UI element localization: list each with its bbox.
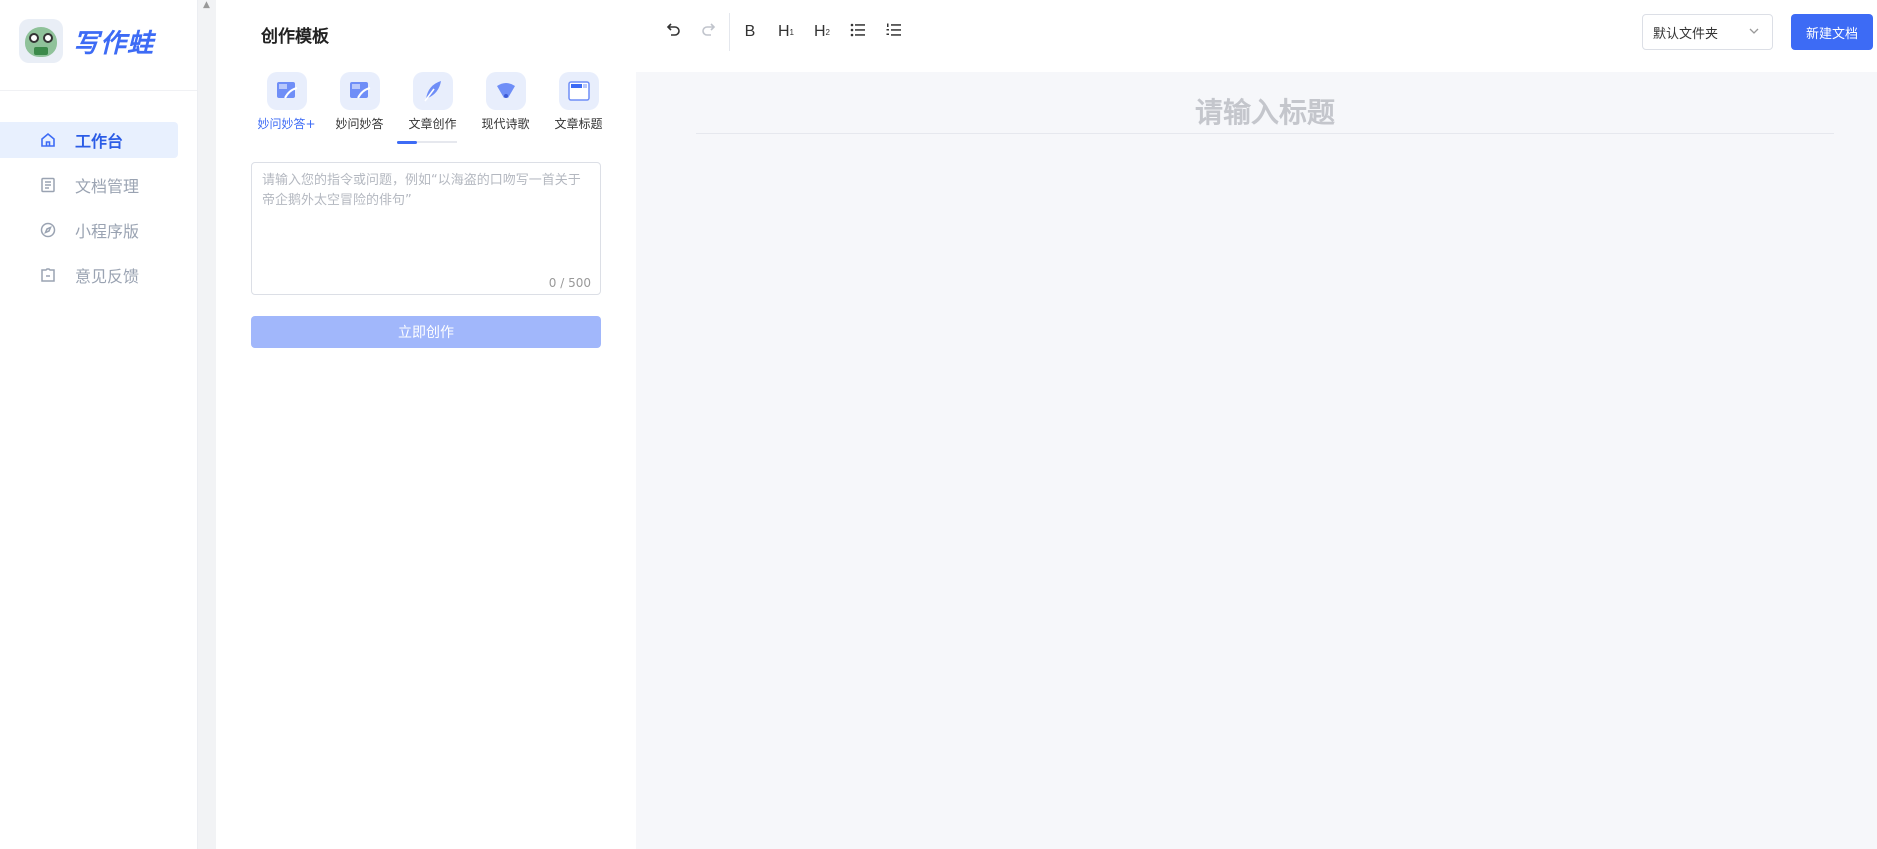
ordered-list-icon [886,23,902,42]
sidebar-item-label: 小程序版 [75,222,140,241]
sidebar-item-label: 文档管理 [75,177,140,196]
editor-area [636,72,1877,849]
template-label: 妙问妙答+ [257,117,316,131]
template-list: 妙问妙答+ 妙问妙答 文章创作 现代诗歌 文章标题 [250,72,615,132]
template-article[interactable]: 文章创作 [396,72,469,132]
undo-button[interactable] [655,14,691,50]
heading2-subscript: 2 [825,27,830,37]
heading2-button[interactable]: H2 [804,14,840,50]
prompt-char-count: 0 / 500 [548,276,591,290]
app-root: 写作蛙 工作台 文档管理 小程序版 意见反馈 ▲ 创作模板 妙问妙答+ 妙问妙答… [0,0,1877,849]
fan-icon [485,72,526,110]
scroll-up-arrow-icon[interactable]: ▲ [203,0,210,10]
folder-select[interactable]: 默认文件夹 [1642,14,1773,50]
home-icon [39,131,57,149]
redo-button[interactable] [691,14,727,50]
template-label: 妙问妙答 [335,117,384,131]
sidebar-divider [0,90,197,91]
sidebar: 写作蛙 工作台 文档管理 小程序版 意见反馈 [0,0,198,849]
scroll-gutter[interactable]: ▲ [198,0,216,849]
template-qa[interactable]: 妙问妙答 [323,72,396,132]
template-qa-plus[interactable]: 妙问妙答+ [250,72,323,132]
bullet-list-icon [850,23,866,42]
chevron-down-icon [1748,25,1760,41]
template-label: 文章创作 [408,117,457,131]
sidebar-item-workbench[interactable]: 工作台 [0,122,178,158]
prompt-input[interactable] [262,171,590,261]
image-edit-icon [339,72,380,110]
sidebar-item-documents[interactable]: 文档管理 [0,167,198,203]
template-title[interactable]: 文章标题 [542,72,615,132]
feather-icon [412,72,453,110]
create-button[interactable]: 立即创作 [251,316,601,348]
toolbar-separator [729,13,730,51]
frog-mascot-icon [19,19,63,63]
sidebar-item-label: 意见反馈 [75,267,140,286]
sidebar-item-feedback[interactable]: 意见反馈 [0,257,198,293]
heading1-button[interactable]: H1 [768,14,804,50]
sidebar-item-miniprogram[interactable]: 小程序版 [0,212,198,248]
sidebar-item-label: 工作台 [75,132,124,151]
heading2-label: H [813,23,826,40]
bullet-list-button[interactable] [840,14,876,50]
ordered-list-button[interactable] [876,14,912,50]
template-label: 文章标题 [554,117,603,131]
bold-button[interactable]: B [732,14,768,50]
brand-logo[interactable]: 写作蛙 [19,19,154,63]
window-icon [558,72,599,110]
document-icon [39,176,57,194]
heading1-subscript: 1 [789,27,794,37]
prompt-box: 0 / 500 [251,162,601,295]
feedback-icon [39,266,57,284]
new-document-button[interactable]: 新建文档 [1791,14,1873,50]
template-scroll-indicator[interactable] [397,141,417,144]
template-label: 现代诗歌 [481,117,530,131]
compass-icon [39,221,57,239]
brand-name: 写作蛙 [73,28,155,59]
undo-icon [665,22,681,42]
panel-title: 创作模板 [261,27,329,47]
image-edit-icon [266,72,307,110]
editor-toolbar: B H1 H2 [655,13,912,51]
redo-icon [701,22,717,42]
template-poetry[interactable]: 现代诗歌 [469,72,542,132]
document-title-input[interactable] [696,92,1834,134]
heading1-label: H [777,23,790,40]
template-panel: 创作模板 妙问妙答+ 妙问妙答 文章创作 现代诗歌 文章标题 请输入您的指令或问… [216,0,636,849]
sidebar-nav: 工作台 文档管理 小程序版 意见反馈 [0,122,198,302]
folder-select-value: 默认文件夹 [1653,26,1719,42]
